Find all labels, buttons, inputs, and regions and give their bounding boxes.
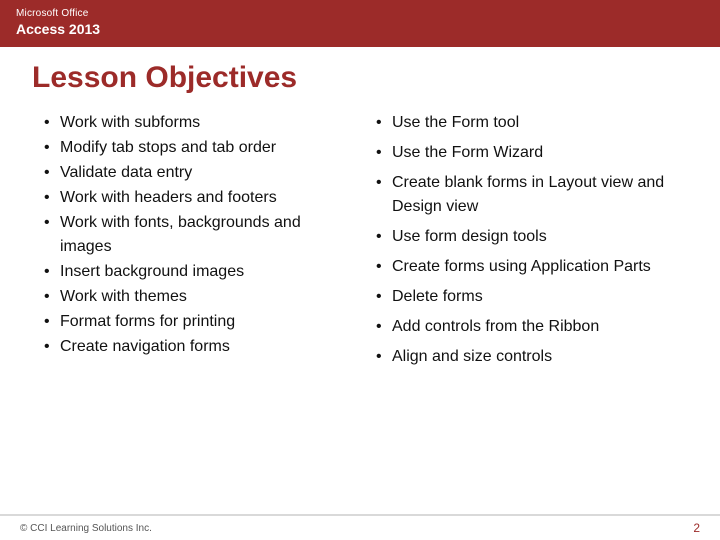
page-number: 2 bbox=[693, 521, 700, 535]
list-item: Work with subforms bbox=[40, 111, 348, 135]
list-item: Format forms for printing bbox=[40, 310, 348, 334]
page-title: Lesson Objectives bbox=[32, 61, 688, 95]
list-item: Use the Form Wizard bbox=[372, 141, 680, 165]
list-item: Use the Form tool bbox=[372, 111, 680, 135]
slide: Microsoft Office Access 2013 Lesson Obje… bbox=[0, 0, 720, 540]
brand-label: Microsoft Office bbox=[16, 8, 704, 19]
left-column: Work with subforms Modify tab stops and … bbox=[40, 111, 348, 514]
left-bullet-list: Work with subforms Modify tab stops and … bbox=[40, 111, 348, 359]
product-label: Access 2013 bbox=[16, 21, 704, 37]
header-bar: Microsoft Office Access 2013 bbox=[0, 0, 720, 47]
list-item: Insert background images bbox=[40, 260, 348, 284]
right-bullet-list: Use the Form tool Use the Form Wizard Cr… bbox=[372, 111, 680, 369]
list-item: Work with headers and footers bbox=[40, 186, 348, 210]
list-item: Work with fonts, backgrounds and images bbox=[40, 211, 348, 259]
list-item: Delete forms bbox=[372, 285, 680, 309]
list-item: Add controls from the Ribbon bbox=[372, 315, 680, 339]
list-item: Modify tab stops and tab order bbox=[40, 136, 348, 160]
list-item: Use form design tools bbox=[372, 225, 680, 249]
right-column: Use the Form tool Use the Form Wizard Cr… bbox=[372, 111, 680, 514]
list-item: Validate data entry bbox=[40, 161, 348, 185]
list-item: Create forms using Application Parts bbox=[372, 255, 680, 279]
list-item: Work with themes bbox=[40, 285, 348, 309]
copyright-text: © CCI Learning Solutions Inc. bbox=[20, 523, 152, 534]
footer: © CCI Learning Solutions Inc. 2 bbox=[0, 514, 720, 540]
list-item: Align and size controls bbox=[372, 345, 680, 369]
list-item: Create blank forms in Layout view and De… bbox=[372, 171, 680, 219]
list-item: Create navigation forms bbox=[40, 335, 348, 359]
title-block: Lesson Objectives bbox=[0, 47, 720, 103]
content-area: Work with subforms Modify tab stops and … bbox=[0, 103, 720, 514]
